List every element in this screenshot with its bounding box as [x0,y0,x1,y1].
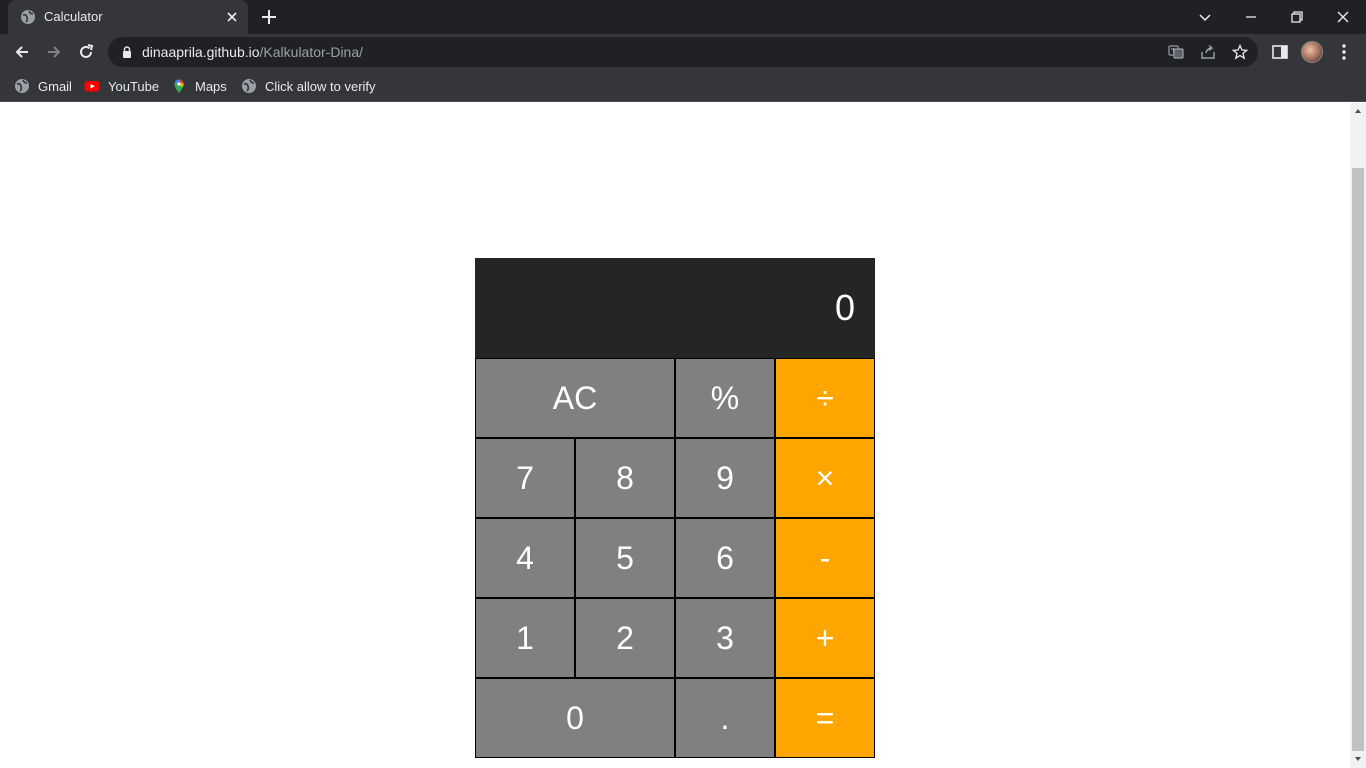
restore-icon[interactable] [1286,6,1308,28]
subtract-button[interactable]: - [775,518,875,598]
digit-7-button[interactable]: 7 [475,438,575,518]
share-icon[interactable] [1200,44,1216,60]
page-scrollbar[interactable] [1350,103,1366,768]
scroll-down-arrow-icon[interactable] [1354,755,1362,763]
digit-1-button[interactable]: 1 [475,598,575,678]
new-tab-icon[interactable] [260,8,278,26]
calculator-display: 0 [475,258,875,358]
globe-icon [242,79,256,93]
forward-arrow-icon[interactable] [44,42,64,62]
digit-6-button[interactable]: 6 [675,518,775,598]
calculator: 0 AC % ÷ 7 8 9 × 4 5 6 - 1 2 3 + 0 . = [475,258,875,758]
digit-4-button[interactable]: 4 [475,518,575,598]
reload-icon[interactable] [76,42,96,62]
digit-3-button[interactable]: 3 [675,598,775,678]
equals-button[interactable]: = [775,678,875,758]
lock-icon[interactable] [120,45,134,59]
browser-tab[interactable]: Calculator [8,0,248,34]
multiply-button[interactable]: × [775,438,875,518]
digit-2-button[interactable]: 2 [575,598,675,678]
scroll-up-arrow-icon[interactable] [1354,107,1362,115]
translate-icon[interactable] [1168,44,1184,60]
bookmark-label: Maps [195,78,227,94]
bookmark-label: YouTube [108,78,160,94]
side-panel-icon[interactable] [1270,42,1290,62]
minimize-icon[interactable] [1240,6,1262,28]
add-button[interactable]: + [775,598,875,678]
scrollbar-thumb[interactable] [1352,168,1364,751]
clear-button[interactable]: AC [475,358,675,438]
close-tab-icon[interactable] [224,9,240,25]
maps-pin-icon [174,79,184,93]
more-menu-icon[interactable] [1334,42,1354,62]
profile-avatar[interactable] [1301,41,1323,63]
back-arrow-icon[interactable] [12,42,32,62]
tab-search-chevron-icon[interactable] [1194,6,1216,28]
globe-icon [21,10,35,24]
digit-8-button[interactable]: 8 [575,438,675,518]
bookmark-click-allow[interactable]: Click allow to verify [241,76,376,96]
browser-title-bar: Calculator [0,0,1366,34]
digit-9-button[interactable]: 9 [675,438,775,518]
bookmark-label: Gmail [38,78,72,94]
page-content: 0 AC % ÷ 7 8 9 × 4 5 6 - 1 2 3 + 0 . = [0,103,1350,768]
url-text[interactable]: dinaaprila.github.io/Kalkulator-Dina/ [142,44,363,60]
bookmark-gmail[interactable]: Gmail [14,76,72,96]
bookmark-youtube[interactable]: YouTube [84,76,159,96]
globe-icon [15,79,29,93]
url-host: dinaaprila.github.io [142,44,260,60]
percent-button[interactable]: % [675,358,775,438]
browser-toolbar: dinaaprila.github.io/Kalkulator-Dina/ [0,34,1366,70]
youtube-icon [84,81,100,92]
tab-title: Calculator [44,9,103,24]
bookmark-star-icon[interactable] [1232,44,1248,60]
bookmark-label: Click allow to verify [265,78,376,94]
digit-0-button[interactable]: 0 [475,678,675,758]
digit-5-button[interactable]: 5 [575,518,675,598]
bookmarks-bar: Gmail YouTube Maps Click allow to verify [0,70,1366,102]
decimal-button[interactable]: . [675,678,775,758]
address-bar[interactable]: dinaaprila.github.io/Kalkulator-Dina/ [108,37,1258,67]
url-path: /Kalkulator-Dina/ [259,44,364,60]
bookmark-maps[interactable]: Maps [171,76,227,96]
close-window-icon[interactable] [1332,6,1354,28]
divide-button[interactable]: ÷ [775,358,875,438]
